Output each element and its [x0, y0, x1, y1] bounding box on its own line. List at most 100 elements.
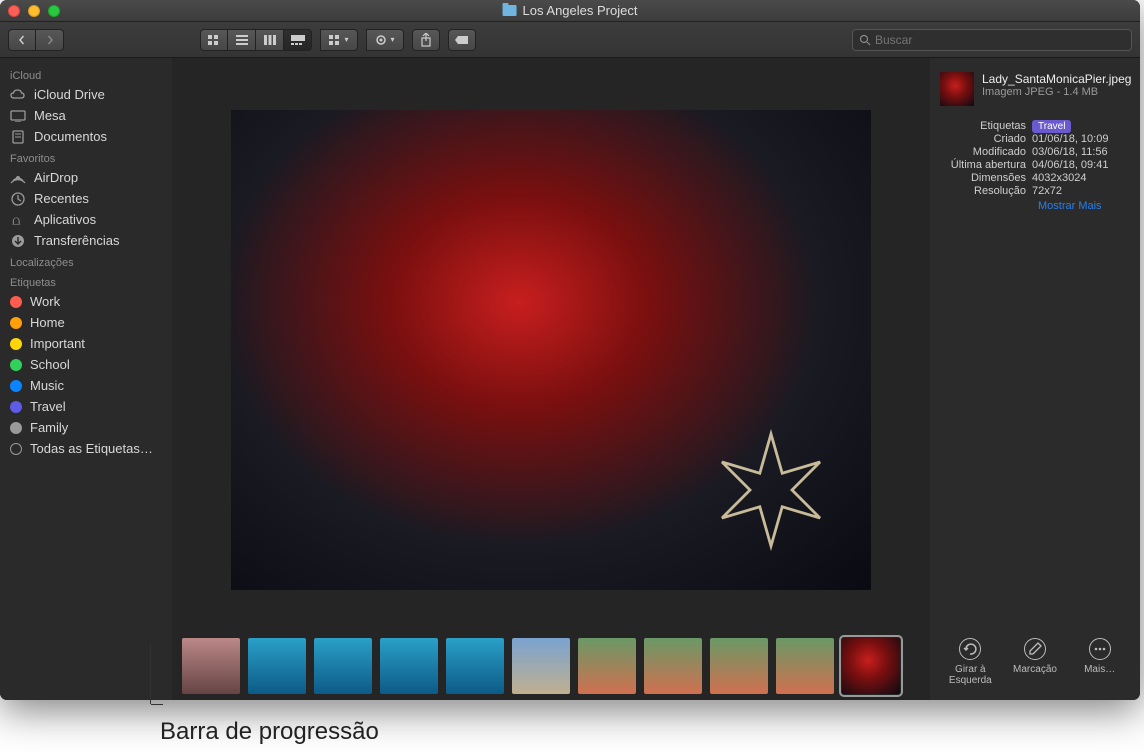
- window-title-text: Los Angeles Project: [523, 3, 638, 18]
- sidebar-item[interactable]: Music: [0, 375, 172, 396]
- tag-chip[interactable]: Travel: [1032, 120, 1071, 133]
- toolbar: ▾ ▾: [0, 22, 1140, 58]
- action-menu-button[interactable]: ▾: [366, 29, 404, 51]
- thumbnail[interactable]: [314, 638, 372, 694]
- inspector-filename: Lady_SantaMonicaPier.jpeg: [982, 72, 1131, 86]
- tags-button[interactable]: [448, 29, 476, 51]
- more-icon: [1089, 638, 1111, 660]
- preview-inspector: Lady_SantaMonicaPier.jpeg Imagem JPEG - …: [930, 58, 1140, 700]
- quick-action-markup[interactable]: Marcação: [1005, 638, 1065, 675]
- thumbnail[interactable]: [446, 638, 504, 694]
- sidebar-item-label: School: [30, 357, 70, 372]
- sidebar-item-label: iCloud Drive: [34, 87, 105, 102]
- quick-action-rotate[interactable]: Girar à Esquerda: [940, 638, 1000, 686]
- sidebar-item[interactable]: Recentes: [0, 188, 172, 209]
- thumbnail[interactable]: [380, 638, 438, 694]
- content-area: [172, 58, 930, 700]
- metadata-value: Travel: [1032, 120, 1130, 132]
- search-field[interactable]: [852, 29, 1132, 51]
- sidebar-item[interactable]: Todas as Etiquetas…: [0, 438, 172, 459]
- tag-color-icon: [10, 359, 22, 371]
- tag-color-icon: [10, 401, 22, 413]
- search-input[interactable]: [875, 33, 1125, 47]
- quick-action-more[interactable]: Mais…: [1070, 638, 1130, 675]
- window-title: Los Angeles Project: [503, 3, 638, 18]
- zoom-window-button[interactable]: [48, 5, 60, 17]
- tag-color-icon: [10, 338, 22, 350]
- arrange-button[interactable]: ▾: [320, 29, 358, 51]
- grid-icon: [329, 35, 341, 45]
- metadata-key: Resolução: [940, 185, 1032, 197]
- minimize-window-button[interactable]: [28, 5, 40, 17]
- thumbnail[interactable]: [512, 638, 570, 694]
- cloud-icon: [10, 88, 26, 102]
- sidebar-heading: Etiquetas: [0, 271, 172, 291]
- metadata-key: Criado: [940, 133, 1032, 145]
- sidebar-item[interactable]: Family: [0, 417, 172, 438]
- doc-icon: [10, 130, 26, 144]
- list-icon: [236, 35, 248, 45]
- icon-view-button[interactable]: [200, 29, 228, 51]
- sidebar-item[interactable]: iCloud Drive: [0, 84, 172, 105]
- thumbnail[interactable]: [842, 638, 900, 694]
- folder-icon: [503, 5, 517, 16]
- preview-image[interactable]: [231, 110, 871, 590]
- airdrop-icon: [10, 171, 26, 185]
- back-button[interactable]: [8, 29, 36, 51]
- thumbnail[interactable]: [710, 638, 768, 694]
- sidebar-item[interactable]: ⩍Aplicativos: [0, 209, 172, 230]
- sidebar-item[interactable]: Important: [0, 333, 172, 354]
- sidebar-item[interactable]: AirDrop: [0, 167, 172, 188]
- gallery-icon: [291, 35, 305, 45]
- forward-button[interactable]: [36, 29, 64, 51]
- close-window-button[interactable]: [8, 5, 20, 17]
- chevron-left-icon: [17, 35, 27, 45]
- search-icon: [859, 34, 871, 46]
- annotation-callout: Barra de progressão: [0, 708, 1144, 746]
- show-more-link[interactable]: Mostrar Mais: [1038, 200, 1130, 212]
- sidebar-item-label: Important: [30, 336, 85, 351]
- sidebar-item[interactable]: Home: [0, 312, 172, 333]
- thumbnail[interactable]: [644, 638, 702, 694]
- titlebar: Los Angeles Project: [0, 0, 1140, 22]
- sidebar: iCloudiCloud DriveMesaDocumentosFavorito…: [0, 58, 172, 700]
- share-button[interactable]: [412, 29, 440, 51]
- metadata-row: Criado01/06/18, 10:09: [940, 133, 1130, 145]
- thumbnail[interactable]: [578, 638, 636, 694]
- sidebar-item-label: Mesa: [34, 108, 66, 123]
- sidebar-item[interactable]: Documentos: [0, 126, 172, 147]
- quick-actions: Girar à EsquerdaMarcação Mais…: [940, 638, 1130, 686]
- download-icon: [10, 234, 26, 248]
- thumbnail[interactable]: [248, 638, 306, 694]
- sidebar-item-label: AirDrop: [34, 170, 78, 185]
- sidebar-item[interactable]: Mesa: [0, 105, 172, 126]
- tag-color-icon: [10, 296, 22, 308]
- gallery-view-button[interactable]: [284, 29, 312, 51]
- column-view-button[interactable]: [256, 29, 284, 51]
- list-view-button[interactable]: [228, 29, 256, 51]
- sidebar-item[interactable]: Travel: [0, 396, 172, 417]
- finder-window: Los Angeles Project: [0, 0, 1140, 700]
- traffic-lights: [8, 5, 60, 17]
- tag-color-icon: [10, 422, 22, 434]
- thumbnail[interactable]: [776, 638, 834, 694]
- tag-color-icon: [10, 380, 22, 392]
- sidebar-item[interactable]: Work: [0, 291, 172, 312]
- gear-icon: [375, 34, 387, 46]
- sidebar-item-label: Home: [30, 315, 65, 330]
- columns-icon: [264, 35, 276, 45]
- action-group: ▾: [366, 29, 404, 51]
- quick-action-label: Mais…: [1084, 664, 1115, 675]
- sidebar-item-label: Recentes: [34, 191, 89, 206]
- sidebar-heading: Favoritos: [0, 147, 172, 167]
- metadata-key: Modificado: [940, 146, 1032, 158]
- thumbnail[interactable]: [182, 638, 240, 694]
- quick-action-label: Girar à Esquerda: [940, 664, 1000, 686]
- sidebar-item[interactable]: Transferências: [0, 230, 172, 251]
- inspector-thumbnail: [940, 72, 974, 106]
- sidebar-item-label: Family: [30, 420, 68, 435]
- sidebar-item-label: Transferências: [34, 233, 120, 248]
- sidebar-item[interactable]: School: [0, 354, 172, 375]
- share-icon: [420, 33, 432, 47]
- chevron-right-icon: [45, 35, 55, 45]
